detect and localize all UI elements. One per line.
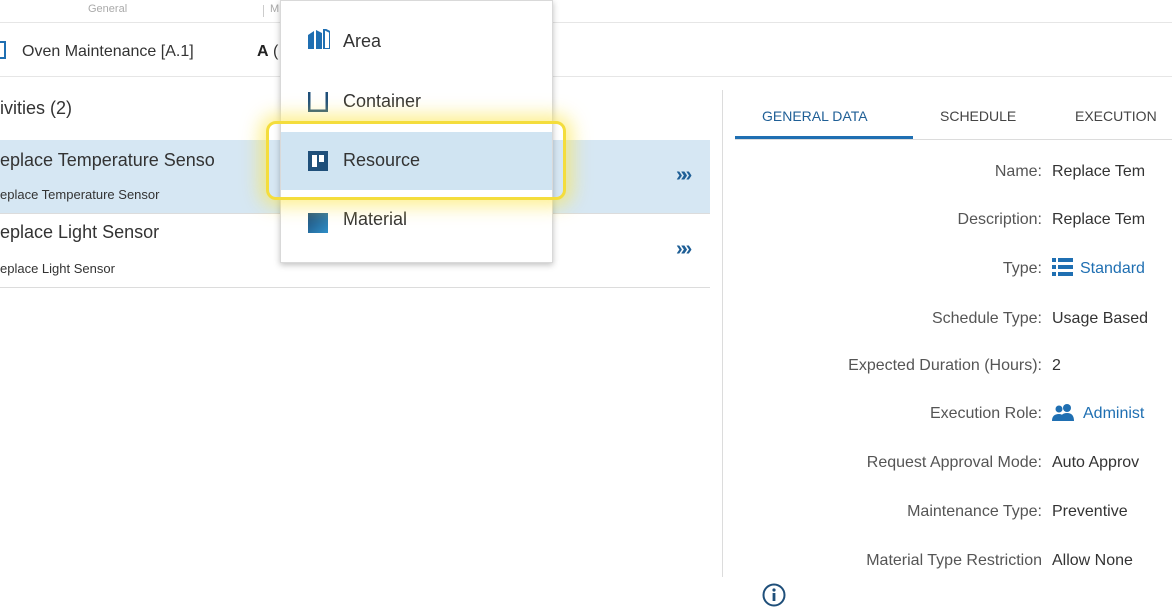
document-icon	[0, 41, 6, 59]
top-tab-divider	[263, 5, 264, 17]
field-label-material-type-restriction: Material Type Restriction	[866, 552, 1042, 569]
field-label-schedule-type: Schedule Type:	[931, 310, 1042, 327]
open-details-icon[interactable]: »»	[676, 164, 692, 187]
field-label-description: Description:	[957, 211, 1042, 228]
material-icon	[308, 213, 328, 238]
state-paren: (	[273, 43, 279, 60]
menu-item-label: Container	[343, 91, 422, 111]
field-value-maintenance-type: Preventive	[1052, 503, 1128, 520]
menu-item-material[interactable]: Material	[281, 193, 552, 251]
field-value-execution-role[interactable]: Administ	[1083, 405, 1144, 423]
top-tab-general[interactable]: General	[88, 3, 127, 15]
field-label-maintenance-type: Maintenance Type:	[907, 503, 1042, 520]
area-icon	[308, 27, 331, 54]
field-value-request-approval-mode: Auto Approv	[1052, 454, 1140, 471]
header-divider	[0, 76, 1172, 77]
open-details-icon[interactable]: »»	[676, 238, 692, 261]
panel-divider	[722, 90, 723, 577]
info-icon[interactable]	[762, 583, 786, 607]
field-label-type: Type:	[1002, 260, 1042, 277]
page-title: Oven Maintenance [A.1]	[22, 43, 194, 60]
field-label-expected-duration: Expected Duration (Hours):	[848, 357, 1042, 374]
state-indicator: A	[257, 43, 269, 60]
tab-schedule[interactable]: SCHEDULE	[940, 108, 1016, 124]
field-value-material-type-restriction: Allow None	[1052, 552, 1133, 569]
active-tab-indicator	[735, 136, 913, 139]
tab-execution[interactable]: EXECUTION	[1075, 108, 1157, 124]
field-value-schedule-type: Usage Based	[1052, 310, 1149, 327]
activities-title: ivities (2)	[0, 98, 73, 118]
users-icon	[1052, 403, 1076, 421]
container-icon	[307, 92, 329, 117]
list-icon	[1052, 258, 1073, 277]
top-tab-next[interactable]: M	[270, 3, 279, 15]
field-label-name: Name:	[994, 163, 1042, 180]
field-label-execution-role: Execution Role:	[929, 405, 1042, 422]
menu-item-area[interactable]: Area	[281, 13, 552, 71]
activity-name: eplace Temperature Senso	[0, 150, 215, 170]
field-value-type[interactable]: Standard	[1080, 260, 1145, 278]
menu-item-label: Area	[343, 31, 382, 51]
highlight-outline	[266, 121, 566, 200]
field-label-request-approval-mode: Request Approval Mode:	[866, 454, 1042, 471]
tabs-baseline	[735, 139, 1172, 140]
activity-description: eplace Light Sensor	[0, 261, 115, 276]
field-value-expected-duration: 2	[1052, 357, 1061, 374]
tab-general-data[interactable]: GENERAL DATA	[762, 108, 868, 124]
activity-description: eplace Temperature Sensor	[0, 187, 160, 202]
top-tab-strip: General M	[0, 0, 1172, 23]
field-value-name: Replace Tem	[1052, 163, 1146, 180]
field-value-description: Replace Tem	[1052, 211, 1146, 228]
menu-item-label: Material	[343, 209, 408, 229]
activity-name: eplace Light Sensor	[0, 222, 160, 242]
